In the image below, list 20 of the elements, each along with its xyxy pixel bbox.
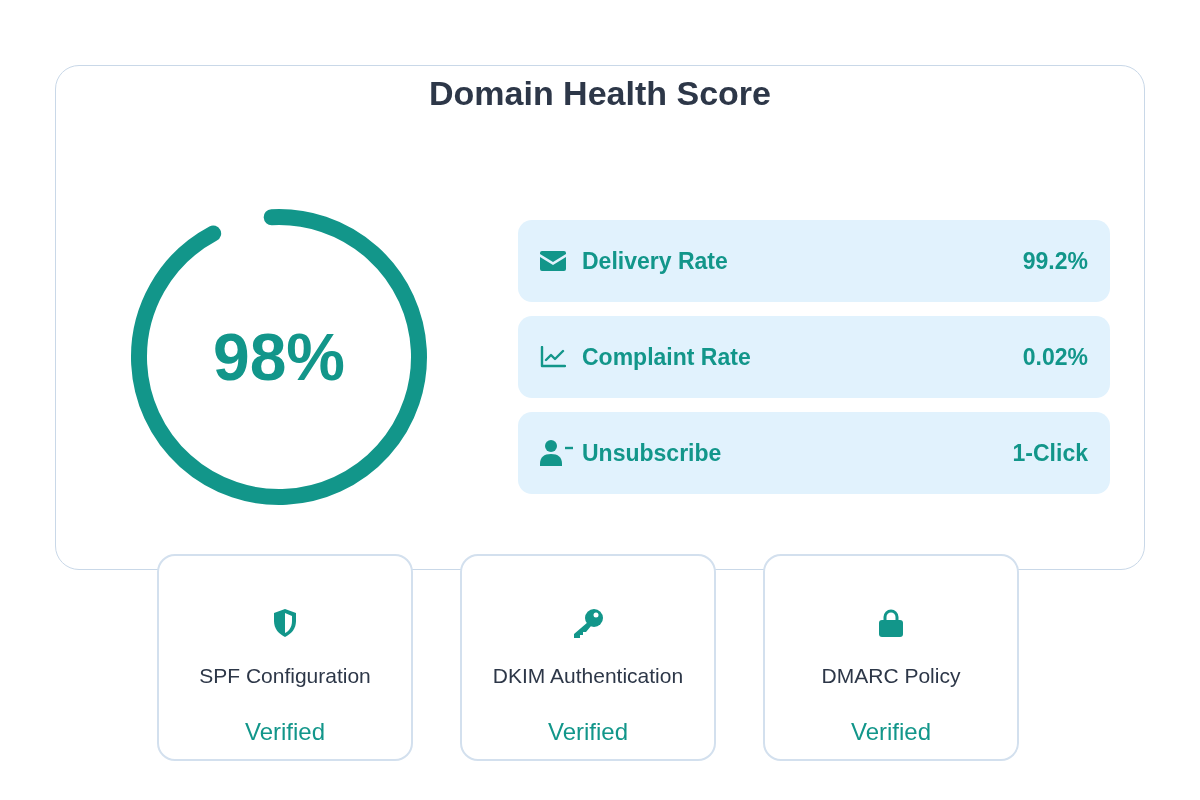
key-icon: [572, 608, 604, 638]
card-title: Domain Health Score: [429, 76, 771, 110]
check-label: DMARC Policy: [821, 663, 961, 689]
check-status: Verified: [244, 716, 326, 747]
check-label: SPF Configuration: [199, 663, 371, 689]
metric-value: 99.2%: [1022, 246, 1088, 276]
metric-value: 0.02%: [1022, 342, 1088, 372]
metric-label: Complaint Rate: [582, 342, 751, 372]
user-minus-icon: [540, 440, 574, 466]
shield-icon: [272, 608, 298, 638]
metric-label: Unsubscribe: [582, 438, 722, 468]
check-status: Verified: [850, 716, 932, 747]
check-status: Verified: [547, 716, 629, 747]
line-chart-icon: [540, 346, 566, 368]
score-value: 98%: [212, 318, 346, 396]
metric-label: Delivery Rate: [582, 246, 728, 276]
metric-value: 1-Click: [1012, 438, 1088, 468]
lock-icon: [878, 608, 904, 638]
envelope-icon: [540, 251, 566, 271]
check-label: DKIM Authentication: [492, 663, 684, 689]
